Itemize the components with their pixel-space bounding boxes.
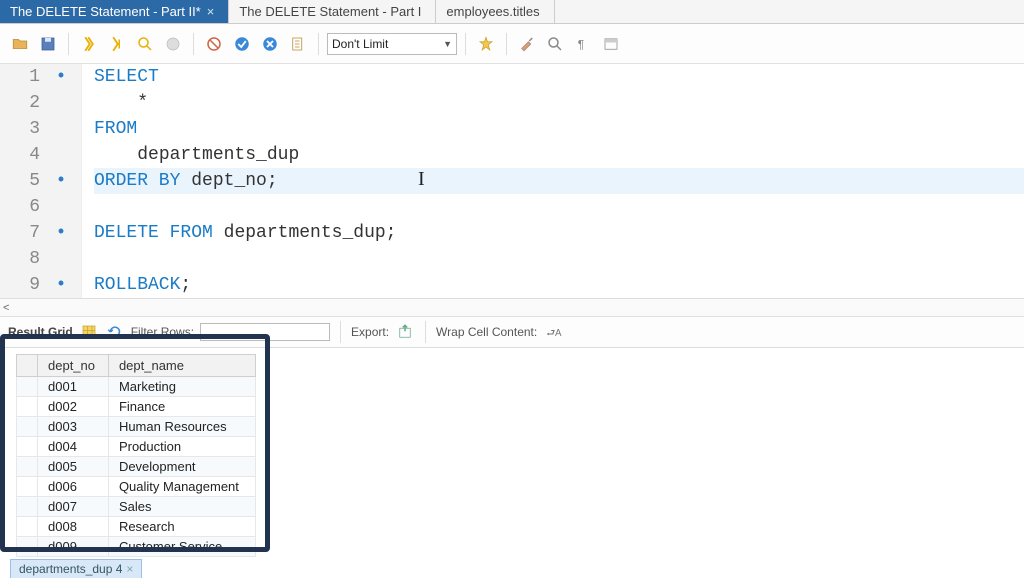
separator [318,33,319,55]
close-icon[interactable]: × [207,4,215,19]
tab-delete-part1[interactable]: The DELETE Statement - Part I [229,0,436,23]
sql-toolbar: Don't Limit ▼ ¶ [0,24,1024,64]
open-file-icon[interactable] [8,32,32,56]
cell[interactable]: Production [108,437,255,457]
sql-editor[interactable]: 1•2345•67•89• SELECT *FROM departments_d… [0,64,1024,298]
cell[interactable]: d001 [38,377,109,397]
table-row[interactable]: d003Human Resources [17,417,256,437]
execute-current-icon[interactable] [105,32,129,56]
export-icon[interactable] [395,322,415,342]
wrap-cell-label: Wrap Cell Content: [436,325,537,339]
cell[interactable]: Research [108,517,255,537]
close-icon[interactable]: × [126,562,133,576]
code-area[interactable]: SELECT *FROM departments_dupORDER BY dep… [82,64,1024,298]
tab-label: employees.titles [446,4,539,19]
cell[interactable]: Marketing [108,377,255,397]
grid-view-icon[interactable] [79,322,99,342]
beautify-icon[interactable] [474,32,498,56]
table-row[interactable]: d006Quality Management [17,477,256,497]
brush-icon[interactable] [515,32,539,56]
execute-icon[interactable] [77,32,101,56]
chevron-down-icon: ▼ [443,39,452,49]
cell[interactable]: d008 [38,517,109,537]
refresh-icon[interactable] [105,322,125,342]
cell[interactable]: d006 [38,477,109,497]
cell[interactable]: d003 [38,417,109,437]
result-tabs: departments_dup 4 × [10,559,142,578]
row-limit-select[interactable]: Don't Limit ▼ [327,33,457,55]
cell[interactable]: Finance [108,397,255,417]
cell[interactable]: Development [108,457,255,477]
export-label: Export: [351,325,389,339]
separator [68,33,69,55]
pilcrow-icon[interactable]: ¶ [571,32,595,56]
wrap-cell-icon[interactable]: ⮐A [543,322,563,342]
tab-label: The DELETE Statement - Part II* [10,4,201,19]
result-toolbar: Result Grid Filter Rows: Export: Wrap Ce… [0,316,1024,348]
tab-employees-titles[interactable]: employees.titles [436,0,554,23]
result-grid[interactable]: dept_nodept_named001Marketingd002Finance… [16,354,256,557]
no-autocommit-icon[interactable] [202,32,226,56]
tab-delete-part2[interactable]: The DELETE Statement - Part II* × [0,0,229,23]
column-header[interactable]: dept_no [38,355,109,377]
table-row[interactable]: d009Customer Service [17,537,256,557]
stop-icon[interactable] [161,32,185,56]
horizontal-scrollbar[interactable]: < [0,298,1024,316]
result-grid-label: Result Grid [8,325,73,339]
table-row[interactable]: d008Research [17,517,256,537]
table-row[interactable]: d005Development [17,457,256,477]
separator [425,321,426,343]
cell[interactable]: d002 [38,397,109,417]
cell[interactable]: d005 [38,457,109,477]
filter-rows-input[interactable] [200,323,330,341]
cell[interactable]: Quality Management [108,477,255,497]
table-row[interactable]: d001Marketing [17,377,256,397]
cell[interactable]: Human Resources [108,417,255,437]
toggle-panel-icon[interactable] [599,32,623,56]
filter-rows-label: Filter Rows: [131,325,194,339]
separator [340,321,341,343]
editor-tabs: The DELETE Statement - Part II* × The DE… [0,0,1024,24]
cell[interactable]: d007 [38,497,109,517]
row-limit-label: Don't Limit [332,37,388,51]
commit-icon[interactable] [230,32,254,56]
explain-icon[interactable] [133,32,157,56]
search-icon[interactable] [543,32,567,56]
cell[interactable]: d004 [38,437,109,457]
result-tab-label: departments_dup 4 [19,562,122,576]
separator [506,33,507,55]
result-tab-departments-dup[interactable]: departments_dup 4 × [10,559,142,578]
column-header[interactable]: dept_name [108,355,255,377]
tab-label: The DELETE Statement - Part I [239,4,421,19]
save-icon[interactable] [36,32,60,56]
separator [193,33,194,55]
cell[interactable]: Sales [108,497,255,517]
rollback-icon[interactable] [258,32,282,56]
result-grid-wrap: dept_nodept_named001Marketingd002Finance… [0,348,1024,563]
svg-text:¶: ¶ [578,37,584,51]
chevron-left-icon[interactable]: < [3,302,9,314]
separator [465,33,466,55]
cell[interactable]: d009 [38,537,109,557]
save-script-icon[interactable] [286,32,310,56]
table-row[interactable]: d002Finance [17,397,256,417]
svg-text:⮐A: ⮐A [546,328,562,339]
table-row[interactable]: d007Sales [17,497,256,517]
line-gutter: 1•2345•67•89• [0,64,82,298]
cell[interactable]: Customer Service [108,537,255,557]
table-row[interactable]: d004Production [17,437,256,457]
